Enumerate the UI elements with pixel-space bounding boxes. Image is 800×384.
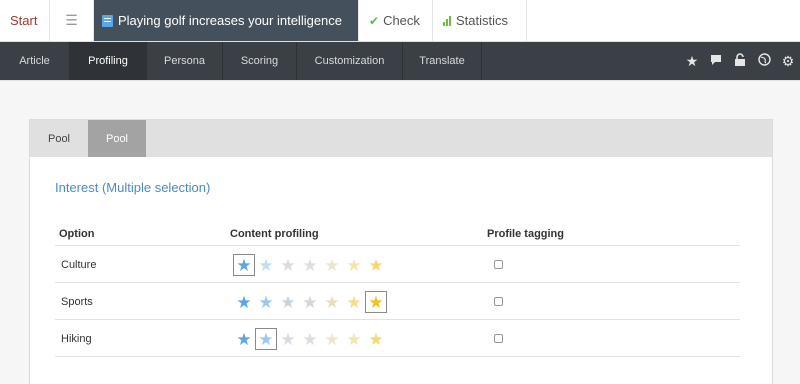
tab-pool[interactable]: Pool — [30, 120, 88, 157]
gear-icon[interactable]: ⚙ — [780, 53, 796, 70]
star-3-icon[interactable]: ★ — [277, 291, 299, 313]
main-nav: Article Profiling Persona Scoring Custom… — [0, 42, 800, 80]
star-6-icon[interactable]: ★ — [343, 254, 365, 276]
tab-list[interactable]: ☰ — [50, 0, 94, 41]
star-rating: ★ ★ ★ ★ ★ ★ ★ — [233, 254, 387, 276]
tab-pool-active[interactable]: Pool — [88, 120, 146, 157]
table-row: Culture ★ ★ ★ ★ ★ ★ ★ — [55, 247, 740, 283]
top-tab-bar: Start ☰ Playing golf increases your inte… — [0, 0, 800, 42]
star-5-icon[interactable]: ★ — [321, 328, 343, 350]
nav-item-label: Persona — [164, 55, 205, 67]
tab-document[interactable]: Playing golf increases your intelligence — [94, 0, 359, 41]
star-2-icon[interactable]: ★ — [255, 328, 277, 350]
tab-statistics-label: Statistics — [456, 13, 509, 28]
profiling-panel: Pool Pool Interest (Multiple selection) … — [29, 119, 773, 384]
star-1-icon[interactable]: ★ — [233, 254, 255, 276]
profile-tag-checkbox[interactable] — [494, 260, 503, 269]
star-6-icon[interactable]: ★ — [343, 328, 365, 350]
statistics-icon — [443, 15, 451, 26]
pool-tab-label: Pool — [47, 132, 71, 145]
section-title: Interest (Multiple selection) — [55, 180, 211, 195]
star-rating: ★ ★ ★ ★ ★ ★ ★ — [233, 291, 387, 313]
star-3-icon[interactable]: ★ — [277, 254, 299, 276]
pool-tabs: Pool Pool — [30, 120, 772, 157]
nav-item-label: Customization — [314, 55, 385, 67]
tab-start[interactable]: Start — [0, 0, 50, 41]
tab-statistics[interactable]: Statistics — [433, 0, 527, 41]
column-header-profile-tagging: Profile tagging — [487, 228, 564, 240]
nav-item-article[interactable]: Article — [0, 42, 70, 80]
nav-item-label: Scoring — [240, 55, 279, 67]
star-1-icon[interactable]: ★ — [233, 328, 255, 350]
table-row: Hiking ★ ★ ★ ★ ★ ★ ★ — [55, 321, 740, 357]
star-5-icon[interactable]: ★ — [321, 254, 343, 276]
nav-icon-group: ★ ⚙ — [684, 42, 796, 80]
table-row: Sports ★ ★ ★ ★ ★ ★ ★ — [55, 284, 740, 320]
check-icon: ✔ — [369, 13, 380, 28]
option-label: Sports — [61, 296, 93, 308]
tab-check-label: Check — [383, 13, 420, 28]
star-icon[interactable]: ★ — [684, 53, 700, 70]
star-4-icon[interactable]: ★ — [299, 254, 321, 276]
nav-item-profiling[interactable]: Profiling — [70, 42, 147, 80]
star-3-icon[interactable]: ★ — [277, 328, 299, 350]
nav-item-label: Translate — [419, 55, 465, 67]
table-header: Option Content profiling Profile tagging — [55, 222, 740, 246]
nav-item-customization[interactable]: Customization — [297, 42, 403, 80]
pool-tab-label: Pool — [105, 132, 129, 145]
column-header-option: Option — [59, 228, 95, 240]
content-area: Pool Pool Interest (Multiple selection) … — [0, 80, 800, 384]
star-7-icon[interactable]: ★ — [365, 328, 387, 350]
star-2-icon[interactable]: ★ — [255, 254, 277, 276]
star-7-icon[interactable]: ★ — [365, 291, 387, 313]
option-label: Hiking — [61, 333, 92, 345]
option-label: Culture — [61, 259, 97, 271]
profile-tag-checkbox[interactable] — [494, 297, 503, 306]
nav-item-label: Article — [19, 55, 50, 67]
star-6-icon[interactable]: ★ — [343, 291, 365, 313]
tab-document-label: Playing golf increases your intelligence — [118, 13, 343, 28]
list-icon: ☰ — [65, 12, 78, 28]
nav-item-persona[interactable]: Persona — [147, 42, 223, 80]
star-7-icon[interactable]: ★ — [365, 254, 387, 276]
tab-check[interactable]: ✔ Check — [359, 0, 433, 41]
comment-icon[interactable] — [708, 53, 724, 69]
nav-item-translate[interactable]: Translate — [403, 42, 482, 80]
tab-start-label: Start — [10, 13, 38, 28]
nav-item-label: Profiling — [88, 55, 128, 67]
star-4-icon[interactable]: ★ — [299, 291, 321, 313]
column-header-content-profiling: Content profiling — [230, 228, 319, 240]
profile-tag-checkbox[interactable] — [494, 334, 503, 343]
star-4-icon[interactable]: ★ — [299, 328, 321, 350]
document-icon — [102, 14, 113, 27]
star-1-icon[interactable]: ★ — [233, 291, 255, 313]
unlock-icon[interactable] — [732, 53, 748, 69]
star-rating: ★ ★ ★ ★ ★ ★ ★ — [233, 328, 387, 350]
globe-icon[interactable] — [756, 53, 772, 69]
nav-item-scoring[interactable]: Scoring — [223, 42, 297, 80]
star-2-icon[interactable]: ★ — [255, 291, 277, 313]
star-5-icon[interactable]: ★ — [321, 291, 343, 313]
